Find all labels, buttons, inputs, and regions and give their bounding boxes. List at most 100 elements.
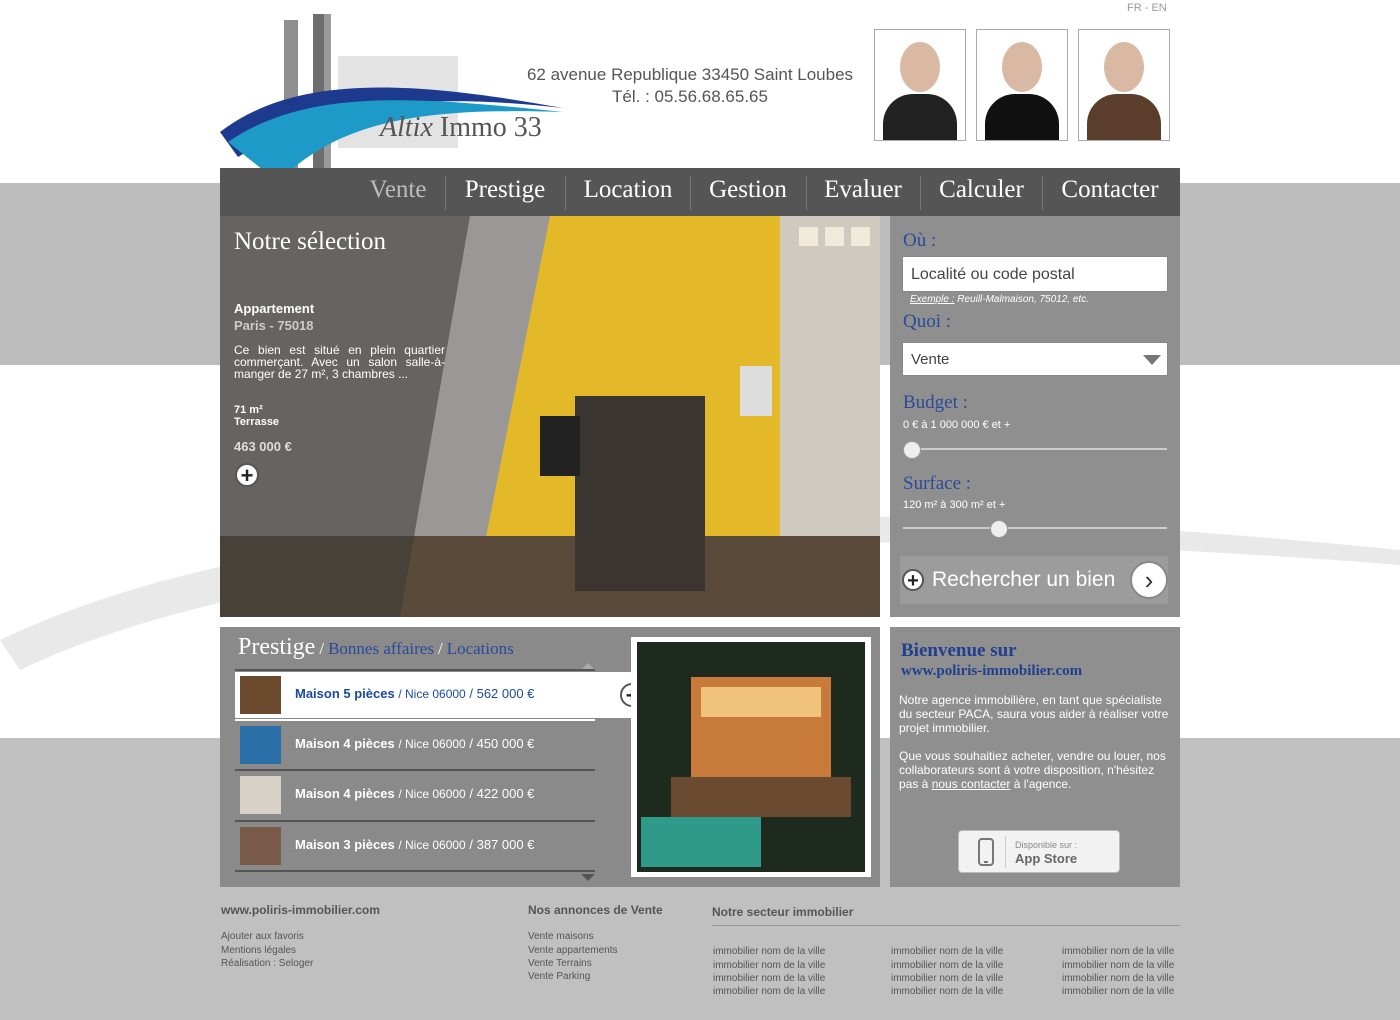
plus-icon: + bbox=[902, 569, 924, 591]
app-store-divider bbox=[1005, 836, 1006, 868]
hero-more-button[interactable]: + bbox=[235, 463, 259, 487]
logo-wordmark: Altix Immo 33 bbox=[380, 112, 542, 144]
tab-separator: / bbox=[319, 639, 325, 658]
listing-city: / Nice 06000 bbox=[398, 737, 466, 751]
lang-en-link[interactable]: EN bbox=[1151, 2, 1166, 14]
footer-link[interactable]: Mentions légales bbox=[221, 944, 296, 957]
city-link[interactable]: immobilier nom de la ville bbox=[1062, 945, 1174, 958]
city-link[interactable]: immobilier nom de la ville bbox=[713, 959, 825, 972]
hero-property-price: 463 000 € bbox=[234, 439, 292, 454]
nav-evaluer[interactable]: Evaluer bbox=[807, 168, 919, 216]
house-photo bbox=[637, 642, 865, 872]
listing-row[interactable]: Maison 4 pièces / Nice 06000 / 450 000 € bbox=[235, 722, 595, 768]
scroll-down-icon[interactable] bbox=[581, 874, 595, 881]
nav-location[interactable]: Location bbox=[566, 168, 690, 216]
hero-pager-dot[interactable] bbox=[851, 227, 870, 246]
city-link[interactable]: immobilier nom de la ville bbox=[1062, 985, 1174, 998]
welcome-title: Bienvenue sur bbox=[901, 640, 1017, 661]
footer-link[interactable]: Vente Parking bbox=[528, 970, 590, 983]
listing-row[interactable]: Maison 5 pièces / Nice 06000 / 562 000 € bbox=[235, 672, 633, 718]
chevron-down-icon bbox=[1143, 355, 1161, 365]
nav-gestion[interactable]: Gestion bbox=[691, 168, 805, 216]
listing-thumbnail bbox=[240, 776, 281, 814]
agency-address: 62 avenue Republique 33450 Saint Loubes bbox=[526, 65, 854, 84]
nav-prestige[interactable]: Prestige bbox=[446, 168, 564, 216]
hero-pager-dot[interactable] bbox=[799, 227, 818, 246]
search-location-input[interactable]: Localité ou code postal bbox=[902, 256, 1168, 292]
footer-link[interactable]: Vente Terrains bbox=[528, 957, 592, 970]
nav-vente[interactable]: Vente bbox=[348, 168, 448, 216]
surface-slider-track[interactable] bbox=[903, 527, 1167, 529]
tab-prestige[interactable]: Prestige bbox=[238, 634, 315, 660]
search-submit-button[interactable]: Rechercher un bien bbox=[932, 568, 1115, 592]
city-link[interactable]: immobilier nom de la ville bbox=[1062, 959, 1174, 972]
tab-bonnes-affaires[interactable]: Bonnes affaires bbox=[328, 639, 434, 658]
city-link[interactable]: immobilier nom de la ville bbox=[891, 972, 1003, 985]
city-link[interactable]: immobilier nom de la ville bbox=[891, 959, 1003, 972]
footer-link[interactable]: Vente maisons bbox=[528, 930, 594, 943]
listing-text: Maison 4 pièces / Nice 06000 / 450 000 € bbox=[295, 736, 534, 751]
search-what-label: Quoi : bbox=[903, 311, 952, 332]
logo-name: Immo 33 bbox=[439, 112, 542, 143]
agent-photo-3 bbox=[1078, 29, 1170, 141]
city-link[interactable]: immobilier nom de la ville bbox=[713, 972, 825, 985]
hero-pager-dot[interactable] bbox=[825, 227, 844, 246]
row-divider bbox=[235, 870, 595, 872]
listing-title: Maison 4 pièces bbox=[295, 736, 395, 751]
surface-slider-handle[interactable] bbox=[989, 520, 1008, 538]
listing-city: / Nice 06000 bbox=[398, 838, 466, 852]
city-link[interactable]: immobilier nom de la ville bbox=[891, 985, 1003, 998]
budget-slider-track[interactable] bbox=[903, 448, 1167, 450]
welcome-paragraph-1: Notre agence immobilière, en tant que sp… bbox=[899, 693, 1169, 735]
listing-text: Maison 5 pièces / Nice 06000 / 562 000 € bbox=[295, 686, 534, 701]
agent-body bbox=[985, 94, 1059, 140]
footer-col1-heading: www.poliris-immobilier.com bbox=[221, 903, 380, 917]
listing-row[interactable]: Maison 3 pièces / Nice 06000 / 387 000 € bbox=[235, 823, 595, 869]
listing-title: Maison 5 pièces bbox=[295, 686, 395, 701]
listing-text: Maison 3 pièces / Nice 06000 / 387 000 € bbox=[295, 837, 534, 852]
hero-property-city: Paris - 75018 bbox=[234, 318, 314, 333]
agency-contact: 62 avenue Republique 33450 Saint Loubes … bbox=[505, 64, 875, 108]
logo-brand: Altix bbox=[380, 112, 433, 143]
app-store-button[interactable]: Disponible sur : App Store bbox=[958, 830, 1120, 873]
listings-tabs: Prestige / Bonnes affaires / Locations bbox=[238, 634, 514, 661]
footer-link[interactable]: Ajouter aux favoris bbox=[221, 930, 304, 943]
search-example: Exemple : Reuill-Malmaison, 75012, etc. bbox=[910, 294, 1089, 305]
nav-calculer[interactable]: Calculer bbox=[921, 168, 1042, 216]
footer-col3-heading: Notre secteur immobilier bbox=[712, 905, 854, 919]
footer-col2-heading: Nos annonces de Vente bbox=[528, 903, 663, 917]
city-link[interactable]: immobilier nom de la ville bbox=[1062, 972, 1174, 985]
hero-property-type: Appartement bbox=[234, 301, 315, 316]
tab-locations[interactable]: Locations bbox=[447, 639, 514, 658]
search-type-value: Vente bbox=[911, 351, 950, 368]
search-type-select[interactable]: Vente bbox=[902, 342, 1168, 376]
hero-property-feature: Terrasse bbox=[234, 416, 280, 428]
welcome-paragraph-2: Que vous souhaitiez acheter, vendre ou l… bbox=[899, 749, 1174, 791]
hero-room-image bbox=[220, 216, 880, 617]
nav-contacter[interactable]: Contacter bbox=[1043, 168, 1177, 216]
footer-link[interactable]: Réalisation : Seloger bbox=[221, 957, 313, 970]
footer-link[interactable]: Vente appartements bbox=[528, 944, 618, 957]
listing-thumbnail bbox=[240, 676, 281, 714]
row-divider bbox=[235, 719, 595, 721]
hero-property-description: Ce bien est situé en plein quartier comm… bbox=[234, 343, 445, 381]
city-link[interactable]: immobilier nom de la ville bbox=[891, 945, 1003, 958]
chevron-right-icon[interactable]: › bbox=[1130, 561, 1168, 599]
search-budget-label: Budget : bbox=[903, 392, 968, 413]
lang-fr-link[interactable]: FR bbox=[1127, 2, 1142, 14]
app-store-caption: Disponible sur : bbox=[1015, 840, 1078, 850]
budget-slider-handle[interactable] bbox=[903, 441, 921, 459]
city-link[interactable]: immobilier nom de la ville bbox=[713, 945, 825, 958]
search-surface-range: 120 m² à 300 m² et + bbox=[903, 499, 1006, 511]
search-example-label: Exemple : bbox=[910, 294, 955, 305]
listing-row[interactable]: Maison 4 pièces / Nice 06000 / 422 000 € bbox=[235, 772, 595, 818]
contact-us-link[interactable]: nous contacter bbox=[932, 777, 1011, 791]
listing-price: / 450 000 € bbox=[469, 736, 535, 751]
footer-divider bbox=[712, 925, 1180, 926]
listing-featured-image[interactable] bbox=[631, 637, 871, 877]
listing-thumbnail bbox=[240, 726, 281, 764]
agent-body bbox=[883, 94, 957, 140]
listing-thumbnail bbox=[240, 827, 281, 865]
agent-face bbox=[900, 42, 940, 92]
city-link[interactable]: immobilier nom de la ville bbox=[713, 985, 825, 998]
